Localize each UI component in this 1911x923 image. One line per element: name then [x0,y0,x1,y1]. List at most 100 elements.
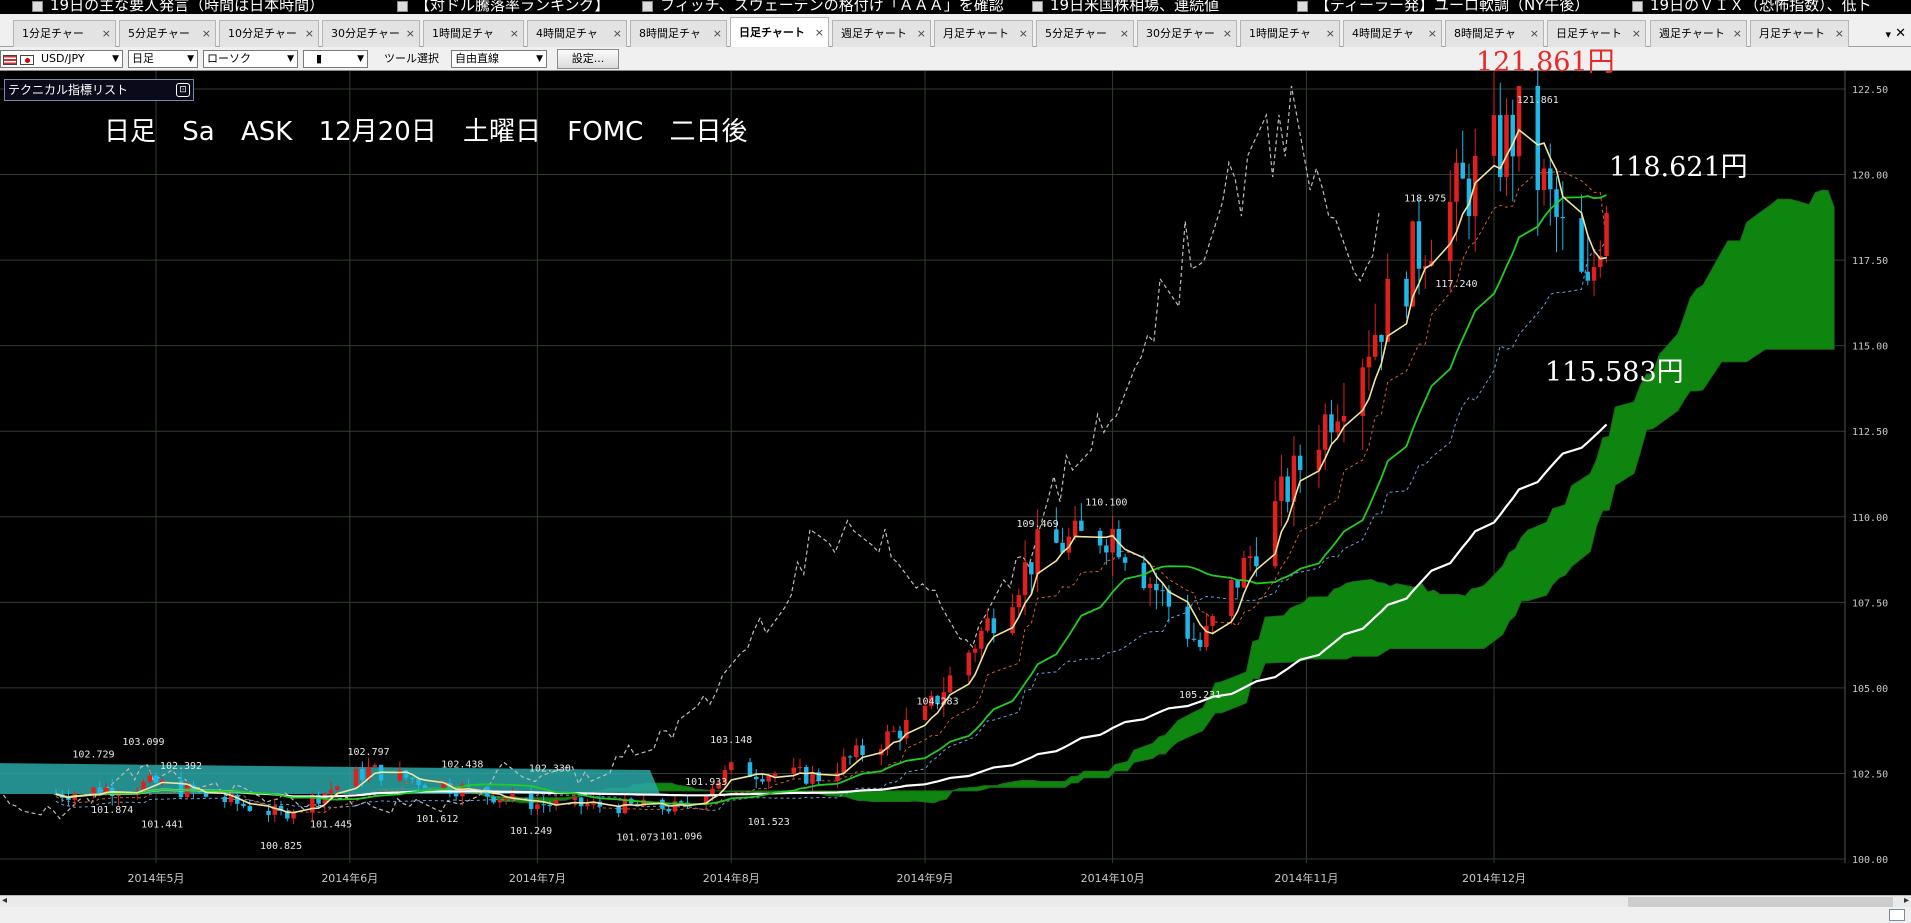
tab-18[interactable]: 月足チャート × [1750,20,1849,47]
tab-1[interactable]: 1分足チャー × [13,20,116,47]
settings-button[interactable]: 設定... [557,49,619,69]
tab-close-icon[interactable]: × [713,21,722,46]
y-tick-label: 115.00 [1852,342,1888,353]
chart-horizontal-scrollbar[interactable]: ◂ ▸ [0,895,1911,907]
candle-body [791,767,796,774]
x-tick-label: 2014年5月 [128,871,185,885]
candle-body [922,705,928,720]
chart-canvas[interactable]: 122.50 120.00 117.50 115.00 112.50 110.00 107.… [0,71,1911,895]
drawing-tool-select[interactable]: 自由直線 ▼ [451,50,547,68]
candle-body [1460,162,1465,179]
tab-close-icon[interactable]: × [1835,21,1844,46]
candle-body [841,756,847,773]
ticker-headline[interactable]: 19日のＶＩＸ（恐怖指数）、低ト [1650,0,1872,13]
candle-body [535,804,540,810]
tab-close-icon[interactable]: × [613,21,622,46]
tab-6[interactable]: 4時間足チャ × [527,20,627,47]
tab-close-icon[interactable]: × [1733,21,1742,46]
chevron-down-icon: ▼ [112,54,119,64]
tab-close-icon[interactable]: × [406,21,415,46]
candle-body [1297,455,1303,471]
tab-close-icon[interactable]: × [202,21,211,46]
tab-12[interactable]: 30分足チャー × [1137,20,1237,47]
technical-indicator-list[interactable]: テクニカル指標リスト ⊡ [4,79,194,101]
scroll-right-icon[interactable]: ▸ [1904,895,1909,906]
tab-11[interactable]: 5分足チャー × [1036,20,1134,47]
tab-close-icon[interactable]: × [1223,21,1232,46]
tab-close-icon[interactable]: × [510,21,519,46]
price-label: 102.438 [441,759,483,770]
news-ticker[interactable]: 19日の主な要人発言（時間は日本時間） 【対ドル騰落率ランキング】 フィッチ、スウェ… [0,0,1911,14]
tab-close-icon[interactable]: × [1120,21,1129,46]
tab-close-icon[interactable]: × [102,21,111,46]
candle-body [1197,639,1203,647]
tab-7[interactable]: 8時間足チャ × [630,20,727,47]
tab-5[interactable]: 1時間足チャ × [423,20,524,47]
tab-17[interactable]: 週足チャート × [1650,20,1747,47]
tab-14[interactable]: 4時間足チャ × [1343,20,1442,47]
ticker-bullet-icon [1632,1,1643,12]
tab-close-icon[interactable]: × [305,21,314,46]
tab-13[interactable]: 1時間足チャ × [1240,20,1340,47]
currency-pair-value: USD/JPY [41,52,85,65]
timeframe-select[interactable]: 日足 ▼ [128,50,198,68]
tab-4[interactable]: 30分足チャー × [322,20,420,47]
price-label: 102.392 [160,761,202,772]
resize-grip-icon[interactable] [1889,909,1905,921]
candle-body [985,618,990,631]
candle-body [1160,590,1165,592]
chart-note-peak: 121.861円 [1476,47,1615,78]
candle-body [222,796,228,803]
tab-9[interactable]: 週足チャート × [832,20,931,47]
currency-pair-select[interactable]: USD/JPY ▼ [0,50,123,68]
tab-2[interactable]: 5分足チャー × [119,20,216,47]
price-label: 102.729 [72,750,114,761]
tab-close-icon[interactable]: × [1428,21,1437,46]
candle-body [1491,115,1497,156]
candle-body [772,773,778,776]
tab-close-icon[interactable]: × [917,21,926,46]
price-label: 105.231 [1179,690,1221,701]
candle-body [966,652,972,676]
close-window-icon[interactable]: ✕ [1895,26,1906,41]
tab-list-menu-icon[interactable]: ▾ [1885,28,1891,41]
ticker-headline[interactable]: フィッチ、スウェーデンの格付け「ＡＡＡ」を確認 [660,0,1004,13]
tab-close-icon[interactable]: × [815,18,824,47]
ticker-headline[interactable]: 【対ドル騰落率ランキング】 [415,0,610,13]
tab-label: 週足チャート [1659,27,1725,40]
candle-body [1229,580,1234,617]
candle-body [1379,334,1384,342]
candle-body [1191,638,1197,640]
tab-close-icon[interactable]: × [1326,21,1335,46]
candle-body [1454,162,1459,202]
tab-8[interactable]: 日足チャート × [730,17,829,48]
chart-note-low: 115.583円 [1545,357,1684,388]
y-tick-label: 100.00 [1852,855,1888,866]
scroll-left-icon[interactable]: ◂ [2,895,7,906]
ticker-headline[interactable]: 19日米国株相場、連続値 [1050,0,1219,13]
tab-3[interactable]: 10分足チャー × [219,20,319,47]
candle-body [1335,421,1340,433]
price-chart[interactable]: 122.50 120.00 117.50 115.00 112.50 110.00 107.… [0,47,1911,895]
candle-body [1104,545,1109,553]
timeframe-value: 日足 [132,52,154,65]
price-label: 100.825 [260,841,302,852]
candle-body [291,812,296,819]
tab-10[interactable]: 月足チャート × [934,20,1033,47]
candle-body [1272,501,1278,567]
candle-body [578,797,584,807]
ticker-headline[interactable]: 【ディーラー発】ユーロ軟調（NY午後） [1315,0,1589,13]
tab-label: 月足チャート [943,27,1009,40]
expand-icon[interactable]: ⊡ [176,83,190,97]
candle-body [803,766,809,784]
marker-select[interactable]: ▮ ▼ [303,50,368,68]
scroll-thumb[interactable] [1628,897,1893,907]
app-window: 19日の主な要人発言（時間は日本時間） 【対ドル騰落率ランキング】 フィッチ、スウェ… [0,0,1911,923]
tab-close-icon[interactable]: × [1019,21,1028,46]
tab-close-icon[interactable]: × [1632,21,1641,46]
ticker-headline[interactable]: 19日の主な要人発言（時間は日本時間） [50,0,324,13]
indicator-list-label: テクニカル指標リスト [8,83,129,97]
tab-label: 1分足チャー [22,27,84,40]
chart-type-select[interactable]: ローソク ▼ [203,50,298,68]
candle-body [797,766,803,768]
